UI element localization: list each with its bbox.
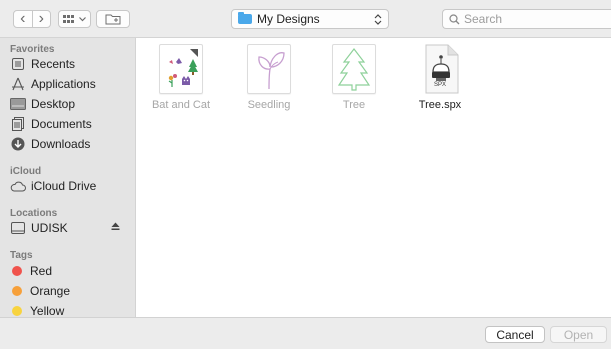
chevron-right-icon: › [38, 10, 44, 27]
open-button[interactable]: Open [550, 326, 607, 343]
search-icon [449, 13, 460, 24]
chevron-left-icon: ‹ [20, 10, 26, 27]
documents-icon [10, 116, 26, 132]
sidebar-item-documents[interactable]: Documents [10, 115, 130, 133]
desktop-icon [10, 96, 26, 112]
sidebar-item-recents[interactable]: Recents [10, 55, 130, 73]
sidebar-item-label: Documents [31, 117, 92, 131]
sidebar-item-tag-orange[interactable]: Orange [10, 282, 130, 300]
cancel-button[interactable]: Cancel [485, 326, 545, 343]
view-options-button[interactable] [58, 10, 91, 28]
file-label: Seedling [247, 99, 291, 111]
section-title-icloud: iCloud [10, 166, 42, 177]
orange-tag-icon [12, 286, 22, 296]
downloads-icon [10, 136, 26, 152]
sidebar-item-downloads[interactable]: Downloads [10, 135, 130, 153]
file-item-seedling[interactable]: Seedling [233, 44, 305, 111]
applications-icon [10, 76, 26, 92]
file-item-tree-spx[interactable]: SPX Tree.spx [404, 44, 476, 111]
yellow-tag-icon [12, 306, 22, 316]
search-input[interactable] [464, 12, 594, 26]
sidebar-item-applications[interactable]: Applications [10, 75, 130, 93]
tree-thumbnail [332, 44, 376, 94]
open-file-dialog: ‹ › My Designs Search Favorites Recents … [0, 0, 611, 349]
back-forward-group: ‹ › [13, 10, 51, 28]
file-item-tree[interactable]: Tree [318, 44, 390, 111]
sidebar-item-icloud-drive[interactable]: iCloud Drive [10, 177, 130, 195]
sidebar-item-label: Applications [31, 77, 96, 91]
red-tag-icon [12, 266, 22, 276]
bottom-bar: Cancel Open [0, 317, 611, 349]
seedling-thumbnail [247, 44, 291, 94]
location-label: My Designs [257, 12, 320, 26]
folder-icon [238, 12, 252, 24]
bat-and-cat-thumbnail [159, 44, 203, 94]
search-field [442, 9, 611, 29]
file-item-bat-and-cat[interactable]: Bat and Cat [145, 44, 217, 111]
cloud-icon [10, 178, 26, 194]
sidebar-item-tag-red[interactable]: Red [10, 262, 130, 280]
sidebar-item-label: Downloads [31, 137, 91, 151]
toolbar: ‹ › My Designs Search [0, 0, 611, 38]
new-folder-button[interactable] [96, 10, 130, 28]
section-title-locations: Locations [10, 208, 58, 219]
spx-file-icon: SPX [418, 44, 462, 94]
sidebar-item-label: iCloud Drive [31, 179, 97, 193]
sidebar-item-label: Red [30, 264, 53, 278]
disk-icon [10, 220, 26, 236]
sidebar-item-desktop[interactable]: Desktop [10, 95, 130, 113]
sidebar-item-label: Desktop [31, 97, 76, 111]
sidebar-item-label: Orange [30, 284, 71, 298]
spx-badge: SPX [433, 82, 446, 88]
file-label: Tree [342, 99, 366, 111]
location-popup[interactable]: My Designs [231, 9, 389, 29]
back-button[interactable]: ‹ [14, 11, 32, 27]
sidebar: Favorites Recents Applications Desktop D… [0, 38, 136, 317]
section-title-favorites: Favorites [10, 44, 55, 55]
section-title-tags: Tags [10, 250, 33, 261]
grid-view-icon [63, 14, 74, 23]
file-browser: Bat and Cat Seedling Tree SPX Tree.spx [136, 38, 611, 317]
file-label: Bat and Cat [151, 99, 211, 111]
forward-button[interactable]: › [32, 11, 50, 27]
up-down-chevron-icon [374, 13, 382, 25]
recents-icon [10, 56, 26, 72]
chevron-down-icon [79, 16, 86, 21]
sidebar-item-label: UDISK [31, 221, 68, 235]
sidebar-item-label: Recents [31, 57, 76, 71]
sidebar-item-label: Yellow [30, 304, 65, 317]
eject-icon[interactable] [111, 222, 120, 234]
file-label: Tree.spx [418, 99, 462, 111]
sidebar-item-tag-yellow[interactable]: Yellow [10, 302, 130, 317]
new-folder-icon [105, 14, 121, 25]
sidebar-item-udisk[interactable]: UDISK [10, 219, 130, 237]
